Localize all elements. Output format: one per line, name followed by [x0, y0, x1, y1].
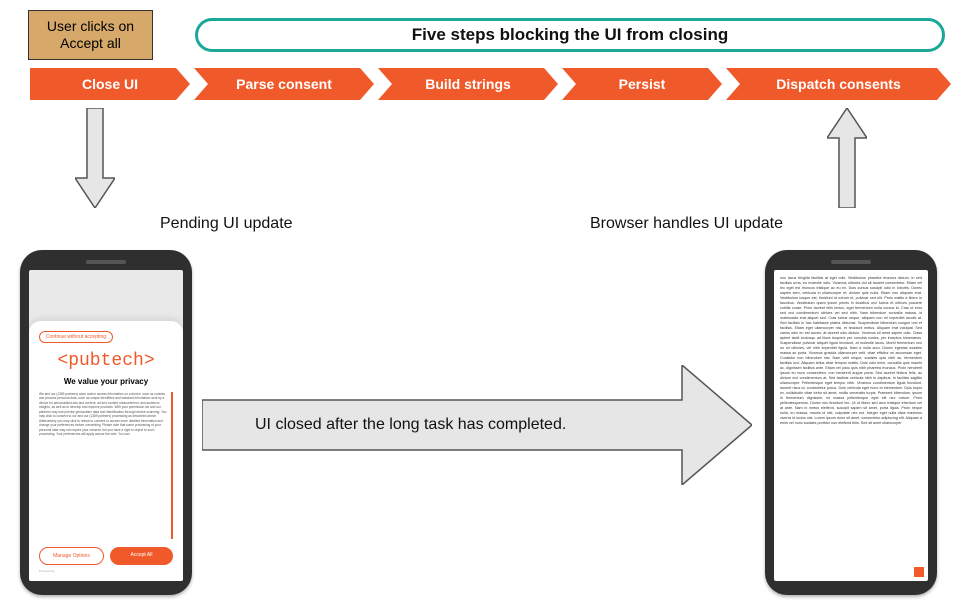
consent-modal: Continue without accepting pubtech We va…: [29, 321, 183, 581]
steps-blocking-title: Five steps blocking the UI from closing: [195, 18, 945, 52]
step-build-strings: Build strings: [378, 68, 558, 100]
privacy-title: We value your privacy: [39, 377, 173, 386]
arrow-up-right: [827, 108, 867, 213]
scroll-indicator-icon: [914, 567, 924, 577]
step-close-ui: Close UI: [30, 68, 190, 100]
manage-options-button[interactable]: Manage Options: [39, 547, 104, 565]
continue-without-accepting[interactable]: Continue without accepting: [39, 331, 113, 343]
phone-before-screen: Continue without accepting pubtech We va…: [29, 270, 183, 581]
brand-logo: pubtech: [39, 351, 173, 371]
privacy-body: We and our (1389 partners) store and/or …: [39, 392, 173, 539]
arrow-down-left: [75, 108, 115, 208]
step-parse-consent: Parse consent: [194, 68, 374, 100]
browser-handles-label: Browser handles UI update: [590, 215, 783, 233]
step-dispatch-consents: Dispatch consents: [726, 68, 951, 100]
phone-before: Continue without accepting pubtech We va…: [20, 250, 192, 595]
steps-chevron-chain: Close UI Parse consent Build strings Per…: [30, 68, 951, 100]
step-persist: Persist: [562, 68, 722, 100]
pending-label: Pending UI update: [160, 215, 293, 233]
phone-after: non lacus fringilla facilisis at eget od…: [765, 250, 937, 595]
accept-all-button[interactable]: Accept All: [110, 547, 173, 565]
steps-title-text: Five steps blocking the UI from closing: [412, 25, 728, 45]
user-action-text: User clicks on Accept all: [33, 18, 148, 52]
closed-label: UI closed after the long task has comple…: [255, 416, 566, 434]
phone-speaker: [86, 260, 126, 264]
article-text: non lacus fringilla facilisis at eget od…: [780, 276, 922, 425]
user-action-box: User clicks on Accept all: [28, 10, 153, 60]
consent-button-row: Manage Options Accept All: [39, 547, 173, 565]
powered-by: Powered by: [39, 569, 173, 573]
phone-after-screen: non lacus fringilla facilisis at eget od…: [774, 270, 928, 581]
phone-speaker: [831, 260, 871, 264]
